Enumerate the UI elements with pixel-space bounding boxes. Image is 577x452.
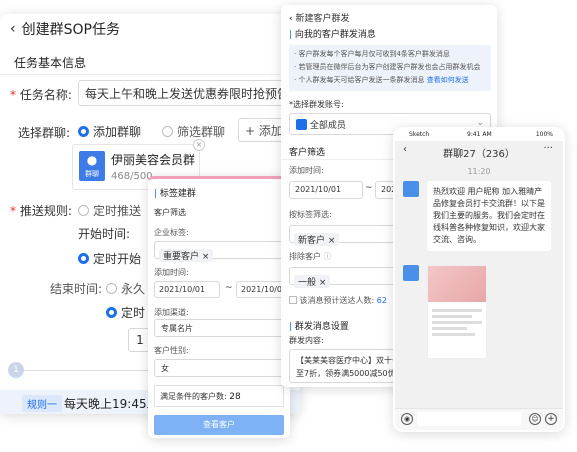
- group-card-count: 468/500: [111, 171, 153, 182]
- radio-selected-icon: [78, 253, 89, 264]
- forever-radio[interactable]: 永久: [106, 280, 145, 297]
- promo-photo: [428, 266, 486, 302]
- tag-group-panel: | 标签建群 客户筛选 企业标签: 重要客户 × 添加时间: 2021/10/0…: [148, 176, 290, 438]
- select-group-label: 选择群聊:: [18, 126, 71, 140]
- end-time-label: 结束时间:: [50, 282, 103, 296]
- task-name-label: 任务名称:: [19, 88, 72, 102]
- chat-header: ‹ 群聊27（236） ···: [395, 141, 563, 161]
- step-indicator: 1: [8, 362, 24, 378]
- message-bubble: 热烈欢迎 用户昵称 加入雅晴产品修复会员打卡交流群！以下是我们主要的服务。我们会…: [427, 181, 551, 251]
- exclude-label: 排除客户 ⓘ: [289, 252, 332, 261]
- section-title: | 向我的客户群发消息: [289, 30, 376, 40]
- corp-tag-input[interactable]: 重要客户 ×: [154, 241, 284, 262]
- back-row[interactable]: ‹ 新建客户群发: [289, 11, 349, 24]
- message-section-title: | 群发消息设置: [289, 322, 349, 332]
- gender-label: 客户性别:: [154, 346, 189, 355]
- channel-label: 添加渠道:: [154, 308, 189, 317]
- plus-icon[interactable]: +: [545, 413, 557, 425]
- avatar: [403, 265, 419, 281]
- more-icon[interactable]: ···: [543, 143, 553, 154]
- back-arrow-icon[interactable]: ‹: [10, 21, 16, 37]
- rule-badge: 规则一: [22, 395, 62, 412]
- input-bar: ◉ ☺ +: [395, 408, 563, 430]
- start-time-label: 开始时间:: [78, 227, 131, 241]
- tag-filter-input[interactable]: 新客户 ×: [289, 225, 399, 246]
- radio-selected-icon: [106, 307, 117, 318]
- checkbox-icon[interactable]: [289, 296, 297, 304]
- timed-start-radio[interactable]: 定时开始: [78, 250, 141, 267]
- date-separator: ~: [365, 183, 373, 193]
- view-customers-button[interactable]: 查看客户: [154, 415, 284, 435]
- date-start-input[interactable]: 2021/10/01: [154, 281, 220, 298]
- timed-radio[interactable]: 定时: [106, 304, 145, 321]
- task-name-row: * 任务名称:: [10, 88, 72, 102]
- tag-filter-chip: 新客户 ×: [294, 233, 340, 246]
- group-card-name: 伊丽美容会员群: [111, 153, 196, 167]
- push-rule-label: 推送规则:: [19, 204, 72, 218]
- group-avatar: ● 群聊: [79, 151, 105, 181]
- date-separator: ~: [225, 283, 233, 293]
- push-rule-row: * 推送规则:: [10, 204, 72, 218]
- radio-icon: [162, 126, 173, 137]
- help-icon: ⓘ: [323, 252, 332, 261]
- message-input[interactable]: [417, 412, 521, 426]
- panel-header: ‹ 创建群SOP任务: [0, 14, 300, 44]
- info-box: · 客户群发每个客户每月仅可收到4条客户群发消息 · 若管理员在微伴后台为客户创…: [289, 45, 491, 91]
- radio-icon: [106, 283, 117, 294]
- timed-push-radio[interactable]: 定时推送: [78, 202, 141, 219]
- member-icon: [296, 119, 307, 130]
- page-title: 创建群SOP任务: [21, 22, 120, 38]
- how-to-send-link[interactable]: 查看如何发送: [427, 76, 469, 84]
- status-bar: Sketch 9:41 AM 100%: [395, 129, 563, 141]
- plus-icon: +: [245, 124, 259, 138]
- divider: [0, 74, 300, 75]
- match-count-row: 满足条件的客户数: 28: [154, 385, 284, 407]
- corp-tag-chip: 重要客户 ×: [159, 249, 214, 262]
- panel-title: | 标签建群: [154, 189, 196, 199]
- people-icon: ●: [86, 153, 98, 167]
- emoji-icon[interactable]: ☺: [529, 413, 541, 425]
- close-icon[interactable]: ×: [193, 139, 205, 151]
- promo-image[interactable]: [427, 265, 487, 359]
- add-time-label: 添加时间:: [289, 166, 324, 175]
- tag-filter-label: 按标签筛选:: [289, 210, 332, 219]
- message-content-label: 群发内容:: [289, 336, 324, 345]
- add-group-radio[interactable]: 添加群聊: [78, 123, 141, 140]
- promo-text-lines: [428, 302, 486, 343]
- filter-group-radio[interactable]: 筛选群聊: [162, 123, 225, 140]
- chat-time: 11:20: [467, 167, 491, 176]
- channel-input[interactable]: 专属名片: [154, 319, 284, 337]
- filter-section-title: 客户筛选: [289, 148, 326, 158]
- customer-filter-label: 客户筛选: [154, 208, 186, 217]
- section-title: 任务基本信息: [14, 56, 87, 70]
- corp-tag-label: 企业标签:: [154, 228, 189, 237]
- task-name-input[interactable]: 每天上午和晚上发送优惠券限时抢预告: [78, 80, 300, 106]
- exclude-input[interactable]: 一般 ×: [289, 267, 399, 288]
- gender-select[interactable]: 女: [154, 359, 284, 377]
- phone-mockup: Sketch 9:41 AM 100% ‹ 群聊27（236） ··· 11:2…: [393, 127, 565, 432]
- voice-icon[interactable]: ◉: [401, 413, 413, 425]
- avatar: [403, 181, 419, 197]
- radio-selected-icon: [78, 126, 89, 137]
- date-start-input[interactable]: 2021/10/01: [289, 181, 363, 199]
- add-time-label: 添加时间:: [154, 268, 189, 277]
- sender-label: *选择群发账号:: [289, 100, 344, 109]
- radio-icon: [78, 205, 89, 216]
- chat-title: 群聊27（236）: [443, 149, 515, 160]
- exclude-chip: 一般 ×: [294, 275, 331, 288]
- estimate-row: 该消息预计送达人数: 62: [289, 295, 387, 306]
